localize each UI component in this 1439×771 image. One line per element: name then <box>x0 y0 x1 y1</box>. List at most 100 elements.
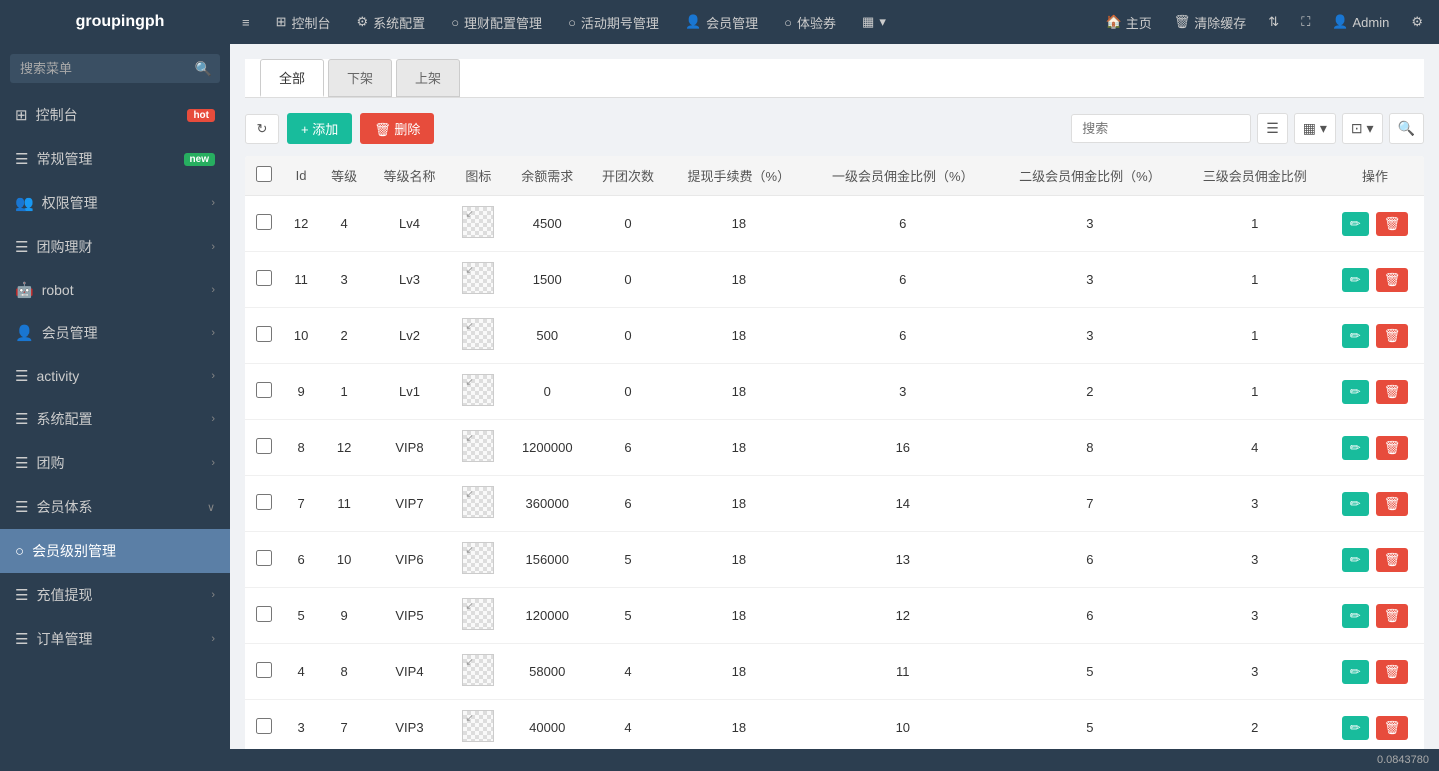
row-checkbox[interactable] <box>256 326 272 342</box>
cell-balance: 360000 <box>507 476 588 532</box>
sidebar-item-permission[interactable]: 👥 权限管理 › <box>0 181 230 225</box>
cell-level: 1 <box>319 364 369 420</box>
select-all-checkbox[interactable] <box>256 166 272 182</box>
search-button[interactable]: 🔍 <box>1389 113 1424 144</box>
table-row: 10 2 Lv2 500 0 18 6 3 1 ✏ 🗑 <box>245 308 1424 364</box>
sidebar-item-order[interactable]: ☰ 订单管理 › <box>0 617 230 661</box>
cell-action: ✏ 🗑 <box>1326 476 1424 532</box>
delete-row-button[interactable]: 🗑 <box>1376 436 1409 460</box>
row-checkbox[interactable] <box>256 270 272 286</box>
nav-grid-menu[interactable]: ▦ ▾ <box>850 0 898 44</box>
sidebar-item-activity[interactable]: ☰ activity › <box>0 355 230 397</box>
chevron-right-icon4: › <box>211 327 215 339</box>
sidebar-item-member-system[interactable]: ☰ 会员体系 ∨ <box>0 485 230 529</box>
nav-finance-config[interactable]: ○ 理财配置管理 <box>439 0 554 44</box>
tab-online[interactable]: 上架 <box>396 59 460 97</box>
top-nav-menu: ≡ ⊞ 控制台 ⚙ 系统配置 ○ 理财配置管理 ○ 活动期号管理 👤 会员管理 … <box>230 0 1100 44</box>
sidebar-item-robot[interactable]: 🤖 robot › <box>0 269 230 311</box>
row-checkbox[interactable] <box>256 438 272 454</box>
cell-open-count: 5 <box>588 532 669 588</box>
row-checkbox[interactable] <box>256 214 272 230</box>
sidebar-item-label: 权限管理 <box>42 193 212 213</box>
cell-name: Lv1 <box>369 364 450 420</box>
cell-balance: 40000 <box>507 700 588 750</box>
delete-row-button[interactable]: 🗑 <box>1376 548 1409 572</box>
nav-settings[interactable]: ⚙ <box>1405 14 1429 30</box>
nav-dashboard[interactable]: ⊞ 控制台 <box>264 0 343 44</box>
sidebar-item-group-purchase[interactable]: ☰ 团购 › <box>0 441 230 485</box>
delete-row-button[interactable]: 🗑 <box>1376 604 1409 628</box>
delete-row-button[interactable]: 🗑 <box>1376 492 1409 516</box>
row-checkbox[interactable] <box>256 606 272 622</box>
edit-button[interactable]: ✏ <box>1342 492 1369 516</box>
edit-button[interactable]: ✏ <box>1342 604 1369 628</box>
list-view-button[interactable]: ☰ <box>1257 113 1288 144</box>
list-icon4: ☰ <box>15 410 28 428</box>
nav-system-config[interactable]: ⚙ 系统配置 <box>345 0 438 44</box>
gear-icon: ⚙ <box>357 14 369 30</box>
row-checkbox[interactable] <box>256 550 272 566</box>
sidebar-item-group-finance[interactable]: ☰ 团购理财 › <box>0 225 230 269</box>
cell-open-count: 4 <box>588 644 669 700</box>
edit-button[interactable]: ✏ <box>1342 436 1369 460</box>
tab-all[interactable]: 全部 <box>260 59 324 97</box>
edit-button[interactable]: ✏ <box>1342 716 1369 740</box>
sidebar-item-member-management[interactable]: 👤 会员管理 › <box>0 311 230 355</box>
cell-lvl2: 6 <box>996 588 1183 644</box>
edit-button[interactable]: ✏ <box>1342 324 1369 348</box>
delete-row-button[interactable]: 🗑 <box>1376 324 1409 348</box>
nav-fullscreen[interactable]: ⛶ <box>1295 14 1316 30</box>
sidebar-item-recharge[interactable]: ☰ 充值提现 › <box>0 573 230 617</box>
dashboard-icon: ⊞ <box>276 14 287 30</box>
table-row: 11 3 Lv3 1500 0 18 6 3 1 ✏ 🗑 <box>245 252 1424 308</box>
hamburger-icon: ≡ <box>242 15 250 30</box>
edit-button[interactable]: ✏ <box>1342 660 1369 684</box>
add-button[interactable]: + 添加 <box>287 113 352 144</box>
row-checkbox[interactable] <box>256 718 272 734</box>
sidebar-item-label: 系统配置 <box>36 409 211 429</box>
edit-button[interactable]: ✏ <box>1342 268 1369 292</box>
filter-button[interactable]: ⊡ ▾ <box>1342 113 1383 144</box>
sidebar-item-general[interactable]: ☰ 常规管理 new <box>0 137 230 181</box>
delete-row-button[interactable]: 🗑 <box>1376 716 1409 740</box>
cell-id: 5 <box>283 588 319 644</box>
edit-button[interactable]: ✏ <box>1342 212 1369 236</box>
cell-id: 12 <box>283 196 319 252</box>
nav-member[interactable]: 👤 会员管理 <box>673 0 770 44</box>
sidebar-item-member-level[interactable]: ○ 会员级别管理 <box>0 529 230 573</box>
row-checkbox[interactable] <box>256 662 272 678</box>
cell-lvl3: 2 <box>1183 700 1326 750</box>
chevron-right-icon2: › <box>211 241 215 253</box>
cell-id: 6 <box>283 532 319 588</box>
refresh-button[interactable]: ↻ <box>245 114 279 144</box>
delete-row-button[interactable]: 🗑 <box>1376 268 1409 292</box>
delete-row-button[interactable]: 🗑 <box>1376 212 1409 236</box>
nav-admin[interactable]: 👤 Admin <box>1326 14 1395 30</box>
cell-action: ✏ 🗑 <box>1326 588 1424 644</box>
edit-button[interactable]: ✏ <box>1342 548 1369 572</box>
col-id: Id <box>283 156 319 196</box>
search-input[interactable] <box>10 54 220 83</box>
delete-row-button[interactable]: 🗑 <box>1376 660 1409 684</box>
sidebar-item-system-config[interactable]: ☰ 系统配置 › <box>0 397 230 441</box>
row-checkbox[interactable] <box>256 494 272 510</box>
nav-experience-coupon[interactable]: ○ 体验券 <box>772 0 848 44</box>
delete-row-button[interactable]: 🗑 <box>1376 380 1409 404</box>
sidebar-search-wrap: 🔍 <box>0 44 230 93</box>
sidebar-item-dashboard[interactable]: ⊞ 控制台 hot <box>0 93 230 137</box>
sidebar-item-label: 常规管理 <box>36 149 183 169</box>
grid-view-button[interactable]: ▦ ▾ <box>1294 113 1336 144</box>
delete-button[interactable]: 🗑 删除 <box>360 113 434 144</box>
nav-hamburger[interactable]: ≡ <box>230 0 262 44</box>
nav-clear-cache[interactable]: 🗑 清除缓存 <box>1168 13 1253 32</box>
edit-button[interactable]: ✏ <box>1342 380 1369 404</box>
cell-balance: 500 <box>507 308 588 364</box>
cell-id: 7 <box>283 476 319 532</box>
row-checkbox[interactable] <box>256 382 272 398</box>
nav-activity-period[interactable]: ○ 活动期号管理 <box>556 0 671 44</box>
search-input[interactable] <box>1071 114 1251 143</box>
tab-offline[interactable]: 下架 <box>328 59 392 97</box>
cell-icon <box>450 476 507 532</box>
nav-home[interactable]: 🏠 主页 <box>1100 13 1158 32</box>
nav-sort[interactable]: ⇅ <box>1262 14 1285 30</box>
